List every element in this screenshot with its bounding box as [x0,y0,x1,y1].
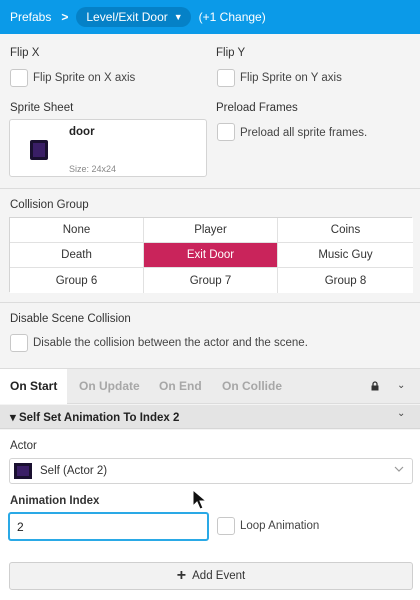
collision-group-none[interactable]: None [10,218,144,243]
disable-collision-title: Disable Scene Collision [10,313,131,325]
add-event-button[interactable]: + Add Event [9,562,413,590]
flip-x-checkbox[interactable] [10,69,28,87]
disable-collision-label: Disable the collision between the actor … [33,337,308,349]
section-divider [0,188,420,189]
mouse-cursor-icon [192,489,208,510]
flip-y-checkbox[interactable] [217,69,235,87]
tab-on-start[interactable]: On Start [0,369,68,404]
loop-animation-checkbox[interactable] [217,517,235,535]
sprite-size: Size: 24x24 [69,164,117,174]
sprite-sheet-title: Sprite Sheet [10,102,74,114]
collision-group-group-8[interactable]: Group 8 [278,268,413,293]
collision-group-exit-door[interactable]: Exit Door [144,243,278,268]
tab-on-end[interactable]: On End [159,369,202,404]
chevron-down-icon: ▼ [173,12,183,22]
collision-group-grid: None Player Coins Death Exit Door Music … [9,217,413,293]
add-event-label: Add Event [192,570,246,582]
tab-on-collide[interactable]: On Collide [222,369,282,404]
animation-index-input[interactable]: 2 [8,512,209,541]
actor-sprite-icon [14,463,32,479]
chevron-down-icon[interactable]: ⌄ [397,380,405,391]
collision-group-player[interactable]: Player [144,218,278,243]
actor-select[interactable]: Self (Actor 2) [9,458,413,484]
animation-index-label: Animation Index [10,495,100,507]
tab-on-update[interactable]: On Update [79,369,140,404]
flip-x-label: Flip Sprite on X axis [33,72,136,84]
actor-label: Actor [10,440,37,452]
actor-select-value: Self (Actor 2) [40,465,108,477]
loop-animation-label: Loop Animation [240,520,320,532]
flip-y-title: Flip Y [216,47,246,59]
collision-group-music-guy[interactable]: Music Guy [278,243,413,268]
flip-y-label: Flip Sprite on Y axis [240,72,342,84]
section-divider [0,302,420,303]
sprite-thumbnail [30,140,48,160]
sprite-sheet-selector[interactable]: door Size: 24x24 [9,119,207,177]
preload-frames-checkbox[interactable] [217,123,235,141]
event-tabs: On Start On Update On End On Collide ⌄ [0,368,420,404]
plus-icon: + [176,567,187,584]
header-bar: Prefabs > Level/Exit Door ▼ (+1 Change) [0,0,420,34]
chevron-down-icon[interactable]: ⌄ [397,408,405,419]
changes-count: (+1 Change) [198,10,266,24]
event-header[interactable]: ▾ Self Set Animation To Index 2 ⌄ [0,405,420,429]
collision-group-group-7[interactable]: Group 7 [144,268,278,293]
preload-frames-title: Preload Frames [216,102,298,114]
flip-x-title: Flip X [10,47,40,59]
prefab-selector[interactable]: Level/Exit Door ▼ [76,7,191,27]
collision-group-title: Collision Group [10,199,89,211]
collision-group-group-6[interactable]: Group 6 [10,268,144,293]
lock-icon[interactable] [370,381,380,391]
breadcrumb-separator: > [61,10,69,24]
prefab-name: Level/Exit Door [86,10,168,24]
disable-collision-checkbox[interactable] [10,334,28,352]
chevron-down-icon [394,466,404,472]
collision-group-coins[interactable]: Coins [278,218,413,243]
preload-frames-label: Preload all sprite frames. [240,127,368,139]
sprite-name: door [69,126,95,138]
breadcrumb-prefabs[interactable]: Prefabs [10,10,51,24]
collision-group-death[interactable]: Death [10,243,144,268]
event-title: ▾ Self Set Animation To Index 2 [10,412,180,424]
